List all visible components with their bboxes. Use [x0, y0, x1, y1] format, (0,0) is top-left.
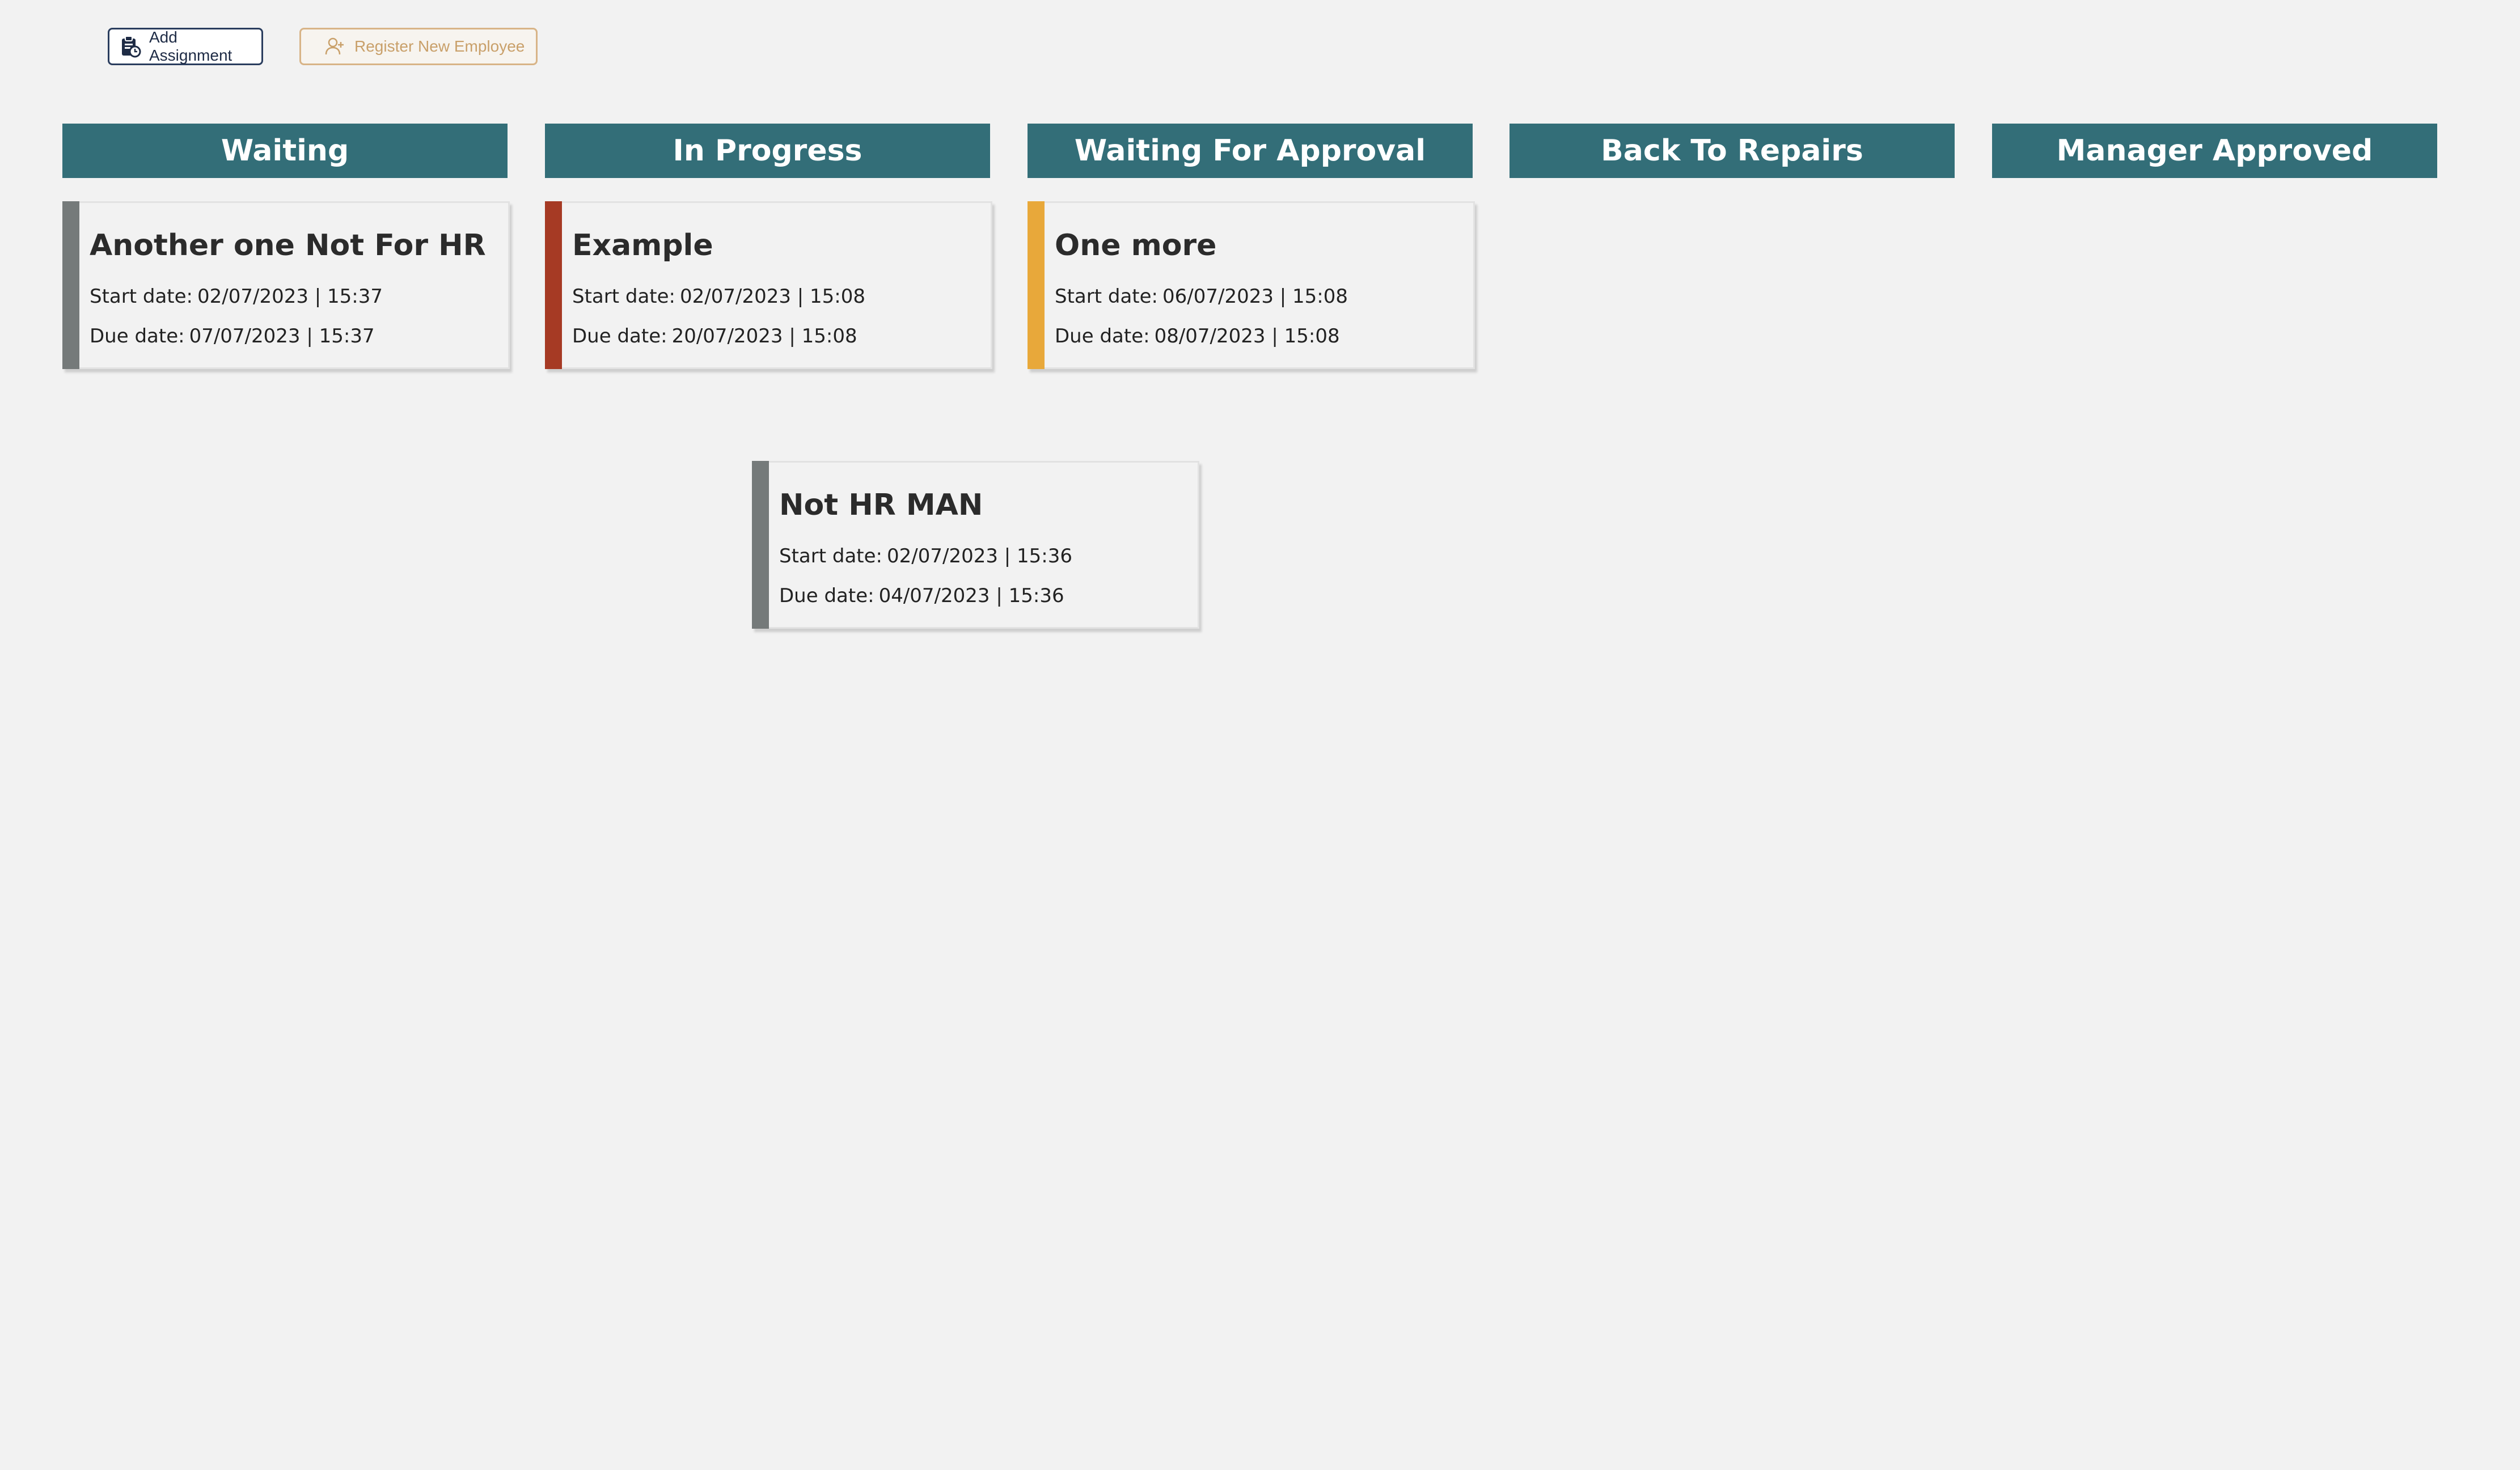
register-employee-label: Register New Employee	[354, 37, 525, 55]
clipboard-clock-icon	[119, 35, 141, 58]
column-header-back-to-repairs: Back To Repairs	[1510, 124, 1955, 178]
due-date-value: 20/07/2023 | 15:08	[671, 325, 857, 348]
add-assignment-label: Add Assignment	[149, 28, 232, 64]
start-date-label: Start date:	[1055, 285, 1158, 308]
start-date-label: Start date:	[779, 545, 882, 567]
due-date: Due date: 20/07/2023 | 15:08	[572, 325, 857, 348]
due-date: Due date: 07/07/2023 | 15:37	[90, 325, 375, 348]
column-title: Back To Repairs	[1601, 134, 1863, 168]
due-date: Due date: 04/07/2023 | 15:36	[779, 584, 1064, 607]
start-date-label: Start date:	[90, 285, 193, 308]
priority-stripe	[1028, 201, 1045, 369]
column-title: Waiting	[221, 134, 349, 168]
task-title: Not HR MAN	[779, 488, 983, 522]
column-title: Manager Approved	[2056, 134, 2373, 168]
start-date: Start date: 06/07/2023 | 15:08	[1055, 285, 1348, 308]
task-card[interactable]: Another one Not For HR Start date: 02/07/…	[62, 201, 510, 369]
due-date-label: Due date:	[572, 325, 667, 348]
column-title: Waiting For Approval	[1074, 134, 1426, 168]
task-title: Another one Not For HR	[90, 228, 486, 262]
priority-stripe	[752, 461, 769, 629]
due-date: Due date: 08/07/2023 | 15:08	[1055, 325, 1340, 348]
column-header-manager-approved: Manager Approved	[1992, 124, 2437, 178]
user-plus-icon	[324, 35, 346, 58]
start-date: Start date: 02/07/2023 | 15:37	[90, 285, 383, 308]
priority-stripe	[62, 201, 79, 369]
start-date: Start date: 02/07/2023 | 15:36	[779, 545, 1072, 567]
due-date-label: Due date:	[90, 325, 185, 348]
due-date-value: 07/07/2023 | 15:37	[189, 325, 375, 348]
column-title: In Progress	[673, 134, 862, 168]
task-card-dragging[interactable]: Not HR MAN Start date: 02/07/2023 | 15:36…	[752, 461, 1199, 629]
task-card[interactable]: One more Start date: 06/07/2023 | 15:08 D…	[1028, 201, 1475, 369]
start-date-value: 06/07/2023 | 15:08	[1162, 285, 1348, 308]
add-assignment-button[interactable]: Add Assignment	[108, 28, 263, 65]
column-header-waiting-for-approval: Waiting For Approval	[1028, 124, 1473, 178]
due-date-label: Due date:	[1055, 325, 1150, 348]
start-date: Start date: 02/07/2023 | 15:08	[572, 285, 865, 308]
register-employee-button[interactable]: Register New Employee	[299, 28, 538, 65]
task-title: One more	[1055, 228, 1217, 262]
task-card[interactable]: Example Start date: 02/07/2023 | 15:08 Du…	[545, 201, 992, 369]
start-date-value: 02/07/2023 | 15:37	[197, 285, 383, 308]
due-date-value: 04/07/2023 | 15:36	[878, 584, 1064, 607]
column-header-in-progress: In Progress	[545, 124, 990, 178]
start-date-label: Start date:	[572, 285, 675, 308]
start-date-value: 02/07/2023 | 15:08	[680, 285, 866, 308]
task-title: Example	[572, 228, 713, 262]
column-header-waiting: Waiting	[62, 124, 508, 178]
priority-stripe	[545, 201, 562, 369]
due-date-value: 08/07/2023 | 15:08	[1154, 325, 1340, 348]
due-date-label: Due date:	[779, 584, 874, 607]
start-date-value: 02/07/2023 | 15:36	[887, 545, 1073, 567]
